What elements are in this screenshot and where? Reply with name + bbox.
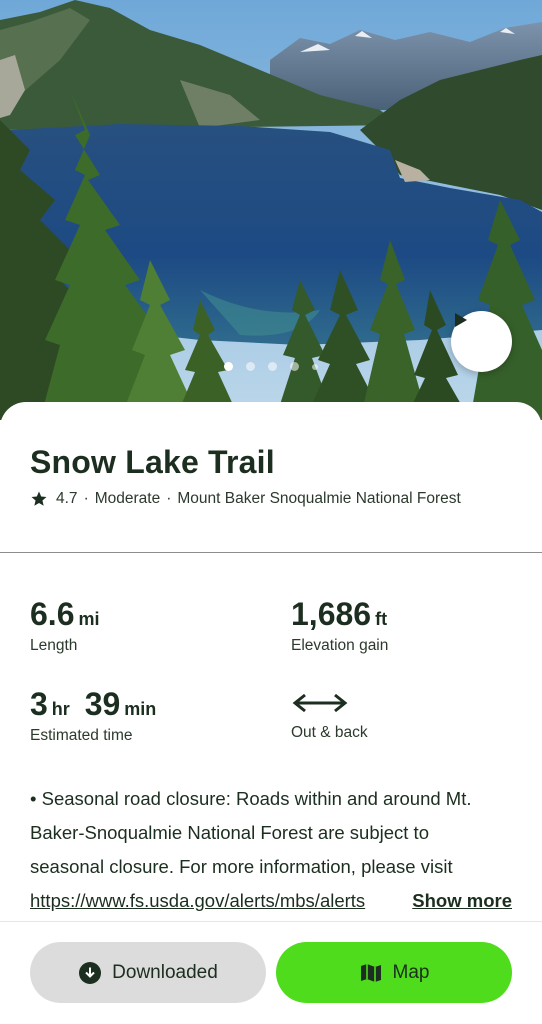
- alert-url-link[interactable]: https://www.fs.usda.gov/alerts/mbs/alert…: [30, 890, 365, 911]
- elevation-label: Elevation gain: [291, 637, 389, 654]
- meta-separator: ·: [166, 490, 172, 507]
- trail-title: Snow Lake Trail: [30, 444, 275, 480]
- carousel-dot-active[interactable]: [224, 362, 233, 371]
- divider: [0, 552, 542, 553]
- hero-photo[interactable]: [0, 0, 542, 420]
- length-label: Length: [30, 637, 78, 654]
- notes-line: • Seasonal road closure: Roads within an…: [30, 788, 472, 809]
- notes-url-line: https://www.fs.usda.gov/alerts/mbs/alert…: [30, 884, 512, 918]
- show-more-button[interactable]: Show more: [410, 884, 512, 918]
- time-hours: 3: [30, 686, 48, 722]
- download-circle-icon: [79, 961, 102, 984]
- stat-route-type: Out & back: [291, 686, 368, 742]
- length-value: 6.6: [30, 596, 75, 632]
- bottom-action-bar: Downloaded Map: [0, 921, 542, 1024]
- map-label: Map: [392, 961, 430, 983]
- carousel-dot[interactable]: [246, 362, 255, 371]
- time-minutes: 39: [84, 686, 121, 722]
- trail-alert-notes: • Seasonal road closure: Roads within an…: [30, 782, 520, 918]
- length-unit: mi: [78, 609, 100, 629]
- carousel-dot[interactable]: [268, 362, 277, 371]
- notes-line: Baker-Snoqualmie National Forest are sub…: [30, 822, 429, 843]
- trail-meta: 4.7 · Moderate · Mount Baker Snoqualmie …: [30, 490, 461, 508]
- text-fade: [368, 884, 408, 918]
- rating-value: 4.7: [56, 490, 78, 507]
- time-minutes-unit: min: [124, 699, 157, 719]
- carousel-dot[interactable]: [290, 362, 299, 371]
- map-button[interactable]: Map: [276, 942, 512, 1003]
- location-link[interactable]: Mount Baker Snoqualmie National Forest: [177, 490, 460, 508]
- play-icon: [455, 313, 467, 327]
- stat-time: 3 hr 39 min Estimated time: [30, 686, 156, 745]
- meta-separator: ·: [83, 490, 89, 507]
- double-arrow-icon: [292, 693, 348, 713]
- star-icon: [31, 491, 47, 506]
- time-value-row: 3 hr 39 min: [30, 686, 156, 723]
- stat-elevation: 1,686 ft Elevation gain: [291, 596, 388, 655]
- notes-line: seasonal closure. For more information, …: [30, 856, 453, 877]
- elevation-unit: ft: [375, 609, 388, 629]
- carousel-indicator: [0, 362, 542, 371]
- time-hours-unit: hr: [51, 699, 70, 719]
- downloaded-label: Downloaded: [112, 961, 218, 983]
- time-label: Estimated time: [30, 727, 133, 744]
- carousel-dot[interactable]: [312, 363, 318, 370]
- map-icon: [360, 963, 381, 982]
- elevation-value-row: 1,686 ft: [291, 596, 388, 633]
- difficulty-label: Moderate: [94, 490, 161, 507]
- route-type-label: Out & back: [291, 724, 368, 741]
- length-value-row: 6.6 mi: [30, 596, 100, 633]
- elevation-value: 1,686: [291, 596, 372, 632]
- stat-length: 6.6 mi Length: [30, 596, 100, 655]
- downloaded-button[interactable]: Downloaded: [30, 942, 266, 1003]
